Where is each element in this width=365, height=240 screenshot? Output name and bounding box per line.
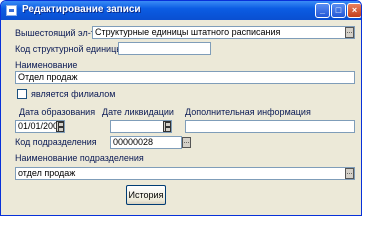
title-bar[interactable]: Редактирование записи _ □ × (1, 1, 361, 20)
parent-label: Вышестоящий эл-т (15, 28, 95, 38)
struct-code-label: Код структурной единицы (15, 44, 123, 54)
date-created-label: Дата образования (19, 107, 96, 117)
branch-checkbox-label: является филиалом (31, 89, 116, 99)
calendar-icon[interactable] (163, 121, 171, 132)
dept-name-select-button[interactable]: ... (345, 168, 354, 179)
history-button[interactable]: История (126, 185, 166, 205)
parent-select-button[interactable]: ... (345, 27, 354, 38)
dept-name-field[interactable]: отдел продаж (15, 167, 355, 180)
maximize-button[interactable]: □ (331, 3, 346, 18)
extra-info-field[interactable] (185, 120, 355, 133)
struct-code-field[interactable] (118, 42, 211, 55)
dept-code-field[interactable]: 00000028 (110, 136, 182, 149)
extra-info-label: Дополнительная информация (185, 107, 311, 117)
window-title: Редактирование записи (22, 4, 141, 15)
name-label: Наименование (15, 60, 78, 70)
calendar-icon[interactable] (56, 121, 64, 132)
dept-name-label: Наименование подразделения (15, 153, 144, 163)
dept-code-select-button[interactable]: ... (182, 137, 191, 148)
minimize-button[interactable]: _ (315, 3, 330, 18)
parent-field[interactable]: Структурные единицы штатного расписания (92, 26, 355, 39)
edit-record-window: Редактирование записи _ □ × Вышестоящий … (0, 0, 362, 216)
name-field[interactable]: Отдел продаж (15, 71, 355, 84)
date-liquidated-label: Дате ликвидации (102, 107, 174, 117)
close-button[interactable]: × (347, 3, 361, 18)
window-icon (6, 5, 17, 16)
branch-checkbox[interactable] (17, 89, 27, 99)
dept-code-label: Код подразделения (15, 137, 97, 147)
